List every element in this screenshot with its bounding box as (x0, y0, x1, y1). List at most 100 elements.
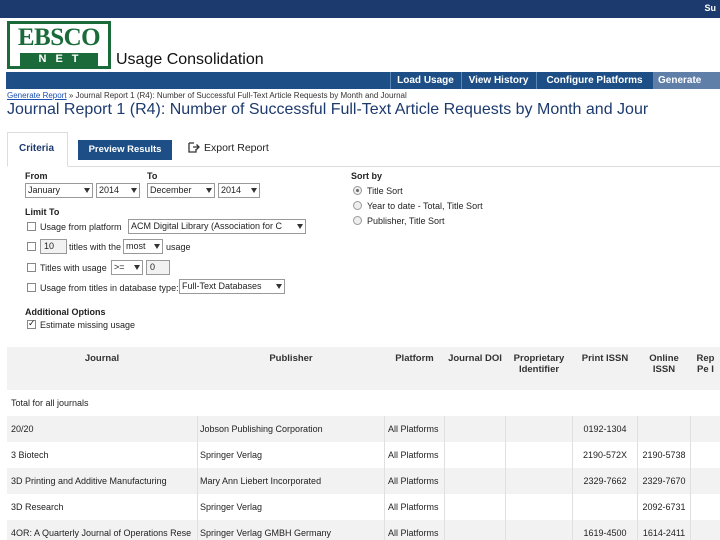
cell-journal[interactable]: 20/20 (11, 424, 195, 434)
column-divider (637, 442, 638, 468)
column-divider (572, 416, 573, 442)
cell-journal[interactable]: 3 Biotech (11, 450, 195, 460)
titles-count-input[interactable]: 10 (40, 239, 67, 254)
cell-publisher: Mary Ann Liebert Incorporated (200, 476, 322, 486)
column-divider (690, 416, 691, 442)
column-divider (637, 520, 638, 540)
chevron-down-icon (84, 188, 90, 193)
platform-select[interactable]: ACM Digital Library (Association for C (128, 219, 306, 234)
preview-results-button[interactable]: Preview Results (78, 140, 172, 160)
table-row[interactable]: 3D Printing and Additive Manufacturing M… (7, 468, 720, 494)
usage-value-input[interactable]: 0 (146, 260, 170, 275)
breadcrumb: Generate Report » Journal Report 1 (R4):… (7, 91, 407, 100)
titles-usage-checkbox[interactable] (27, 263, 36, 272)
cell-online-issn: 2092-6731 (642, 502, 686, 512)
cell-print-issn: 1619-4500 (583, 528, 627, 538)
col-print-issn[interactable]: Print ISSN (573, 353, 637, 364)
column-divider (384, 442, 385, 468)
tab-criteria[interactable]: Criteria (7, 132, 68, 167)
column-divider (690, 442, 691, 468)
nav-load-usage[interactable]: Load Usage (390, 72, 460, 89)
cell-journal[interactable]: 3D Printing and Additive Manufacturing (11, 476, 195, 486)
column-divider (690, 494, 691, 520)
usage-platform-label: Usage from platform (40, 222, 122, 232)
db-type-checkbox[interactable] (27, 283, 36, 292)
cell-publisher: Jobson Publishing Corporation (200, 424, 323, 434)
table-row[interactable]: 3 Biotech Springer Verlag All Platforms … (7, 442, 720, 468)
usage-operator-value: >= (114, 262, 125, 272)
column-divider (444, 442, 445, 468)
cell-platform: All Platforms (388, 502, 439, 512)
column-divider (690, 520, 691, 540)
cell-print-issn: 2190-572X (582, 450, 628, 460)
from-label: From (25, 171, 48, 181)
estimate-missing-checkbox[interactable] (27, 318, 36, 329)
to-month-select[interactable]: December (147, 183, 215, 198)
sort-ytd-radio[interactable] (353, 201, 362, 210)
table-row[interactable]: 3D Research Springer Verlag All Platform… (7, 494, 720, 520)
limit-to-label: Limit To (25, 207, 60, 217)
sort-title-radio[interactable] (353, 186, 362, 195)
user-label[interactable]: Su (704, 3, 716, 13)
cell-publisher: Springer Verlag (200, 450, 263, 460)
export-report-label: Export Report (204, 141, 269, 154)
sort-title-label: Title Sort (367, 186, 403, 196)
column-divider (572, 520, 573, 540)
col-online-issn[interactable]: Online ISSN (638, 353, 690, 375)
column-divider (637, 416, 638, 442)
cell-publisher: Springer Verlag GMBH Germany (200, 528, 332, 538)
column-divider (444, 520, 445, 540)
column-divider (572, 442, 573, 468)
col-reporting-period[interactable]: Rep Pe I (691, 353, 720, 375)
db-type-select[interactable]: Full-Text Databases (179, 279, 285, 294)
sort-publisher-radio[interactable] (353, 216, 362, 225)
sort-publisher-label: Publisher, Title Sort (367, 216, 445, 226)
nav-generate-reports[interactable]: Generate Rep (653, 72, 720, 103)
table-row[interactable]: 20/20 Jobson Publishing Corporation All … (7, 416, 720, 442)
logo-top-text: EBSCO (17, 24, 101, 51)
most-select[interactable]: most (123, 239, 163, 254)
chevron-down-icon (206, 188, 212, 193)
col-platform[interactable]: Platform (385, 353, 444, 364)
col-publisher[interactable]: Publisher (198, 353, 384, 364)
cell-journal[interactable]: 4OR: A Quarterly Journal of Operations R… (11, 528, 195, 538)
to-year-value: 2014 (221, 185, 242, 195)
to-year-select[interactable]: 2014 (218, 183, 260, 198)
top-titles-checkbox[interactable] (27, 242, 36, 251)
tab-bar: Criteria Preview Results Export Report (7, 132, 720, 167)
nav-view-history[interactable]: View History (461, 72, 535, 89)
column-divider (690, 468, 691, 494)
cell-publisher: Springer Verlag (200, 502, 263, 512)
ebsconet-logo[interactable]: EBSCO NET (7, 21, 111, 69)
titles-usage-label: Titles with usage (40, 263, 107, 273)
chevron-down-icon (251, 188, 257, 193)
col-proprietary-id[interactable]: Proprietary Identifier (506, 353, 572, 375)
chevron-down-icon (134, 265, 140, 270)
cell-print-issn: 2329-7662 (583, 476, 627, 486)
col-journal-doi[interactable]: Journal DOI (445, 353, 505, 364)
export-report-button[interactable]: Export Report (187, 141, 269, 154)
cell-online-issn: 2329-7670 (642, 476, 686, 486)
usage-operator-select[interactable]: >= (111, 260, 143, 275)
table-row[interactable]: 4OR: A Quarterly Journal of Operations R… (7, 520, 720, 540)
from-month-select[interactable]: January (25, 183, 93, 198)
main-nav: Load Usage View History Configure Platfo… (6, 72, 720, 103)
nav-configure-platforms[interactable]: Configure Platforms (536, 72, 652, 89)
total-label: Total for all journals (11, 398, 89, 408)
col-journal[interactable]: Journal (7, 353, 197, 364)
chevron-down-icon (276, 284, 282, 289)
table-row-total: Total for all journals (7, 390, 720, 416)
column-divider (444, 494, 445, 520)
column-divider (197, 520, 198, 540)
column-divider (384, 520, 385, 540)
cell-journal[interactable]: 3D Research (11, 502, 195, 512)
from-year-select[interactable]: 2014 (96, 183, 140, 198)
column-divider (384, 468, 385, 494)
breadcrumb-generate-report-link[interactable]: Generate Report (7, 91, 67, 100)
usage-platform-checkbox[interactable] (27, 222, 36, 231)
header: EBSCO NET Usage Consolidation (0, 18, 720, 72)
sort-ytd-label: Year to date - Total, Title Sort (367, 201, 483, 211)
breadcrumb-current: » Journal Report 1 (R4): Number of Succe… (66, 91, 407, 100)
cell-platform: All Platforms (388, 528, 439, 538)
from-month-value: January (28, 185, 61, 195)
